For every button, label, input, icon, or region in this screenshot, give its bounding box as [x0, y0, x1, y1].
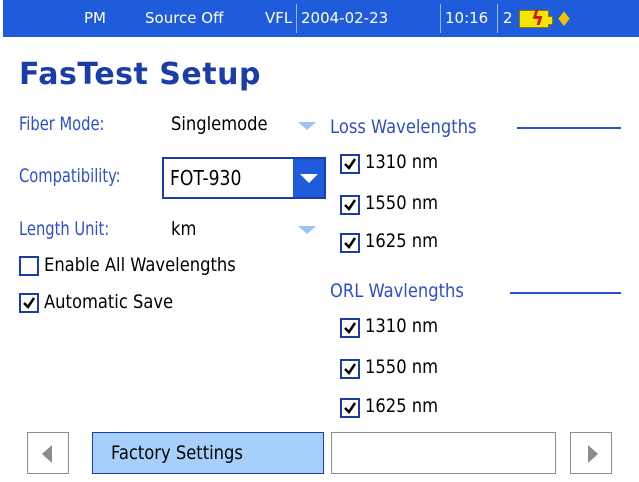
orl-wavelengths-title: ORL Wavlengths — [330, 280, 464, 302]
fiber-mode-dropdown-icon[interactable] — [298, 122, 316, 130]
arrow-left-icon — [42, 445, 52, 463]
enable-all-checkbox[interactable] — [19, 256, 39, 276]
checkmark-icon — [344, 402, 357, 414]
loss-1310-label: 1310 nm — [365, 151, 439, 173]
compatibility-dropdown-icon[interactable] — [293, 159, 324, 197]
source-status: Source Off — [145, 9, 224, 27]
loss-1550-label: 1550 nm — [365, 192, 439, 214]
status-divider — [440, 4, 441, 33]
factory-settings-button[interactable]: Factory Settings — [92, 432, 324, 474]
fiber-mode-label: Fiber Mode: — [19, 113, 105, 135]
loss-1625-label: 1625 nm — [365, 230, 439, 252]
checkmark-icon — [344, 322, 357, 334]
orl-1625-checkbox[interactable] — [340, 398, 360, 418]
fiber-mode-value[interactable]: Singlemode — [171, 113, 268, 135]
orl-section-divider — [510, 292, 621, 294]
status-time: 10:16 — [445, 9, 489, 27]
automatic-save-label: Automatic Save — [44, 291, 174, 313]
status-count: 2 — [503, 9, 513, 27]
checkmark-icon — [23, 297, 36, 309]
compatibility-select[interactable]: FOT-930 — [162, 157, 326, 199]
orl-1310-label: 1310 nm — [365, 315, 439, 337]
orl-1625-label: 1625 nm — [365, 395, 439, 417]
vfl-indicator: VFL — [265, 9, 293, 27]
status-date: 2004-02-23 — [301, 9, 389, 27]
orl-1550-checkbox[interactable] — [340, 359, 360, 379]
scroll-right-button[interactable] — [570, 432, 612, 474]
page-title: FasTest Setup — [19, 57, 261, 92]
factory-settings-label: Factory Settings — [111, 442, 243, 464]
loss-wavelengths-title: Loss Wavelengths — [330, 116, 477, 138]
checkmark-icon — [344, 237, 357, 249]
checkmark-icon — [344, 363, 357, 375]
ac-plug-icon: ♦ — [555, 7, 573, 31]
charging-bolt-icon: ϟ — [531, 6, 545, 30]
status-divider — [296, 4, 297, 33]
checkmark-icon — [344, 158, 357, 170]
enable-all-label: Enable All Wavelengths — [44, 254, 236, 276]
mode-indicator: PM — [84, 9, 106, 27]
status-bar: PM Source Off VFL 2004-02-23 10:16 2 ϟ ♦ — [3, 0, 639, 37]
length-unit-value[interactable]: km — [171, 218, 196, 240]
automatic-save-checkbox[interactable] — [19, 293, 39, 313]
length-unit-dropdown-icon[interactable] — [298, 226, 316, 234]
loss-1550-checkbox[interactable] — [340, 195, 360, 215]
scroll-left-button[interactable] — [27, 432, 69, 474]
loss-1310-checkbox[interactable] — [340, 154, 360, 174]
orl-1310-checkbox[interactable] — [340, 318, 360, 338]
compatibility-value: FOT-930 — [170, 166, 242, 190]
empty-softkey-button[interactable] — [331, 432, 556, 474]
status-divider — [497, 4, 498, 33]
orl-1550-label: 1550 nm — [365, 356, 439, 378]
loss-section-divider — [517, 127, 621, 129]
compatibility-label: Compatibility: — [19, 165, 121, 187]
arrow-right-icon — [588, 445, 598, 463]
loss-1625-checkbox[interactable] — [340, 233, 360, 253]
checkmark-icon — [344, 199, 357, 211]
length-unit-label: Length Unit: — [19, 218, 110, 240]
